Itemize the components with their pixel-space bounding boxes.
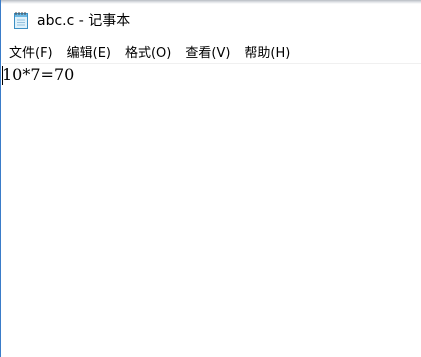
window-title: abc.c - 记事本 [37, 13, 131, 29]
menu-help[interactable]: 帮助(H) [244, 42, 290, 61]
title-bar[interactable]: abc.c - 记事本 [1, 4, 421, 36]
menu-format[interactable]: 格式(O) [125, 42, 171, 61]
menu-file[interactable]: 文件(F) [9, 42, 53, 61]
text-editor-area[interactable]: 10*7=70 [2, 63, 421, 357]
menu-bar: 文件(F) 编辑(E) 格式(O) 查看(V) 帮助(H) [1, 41, 421, 62]
notepad-window: abc.c - 记事本 文件(F) 编辑(E) 格式(O) 查看(V) 帮助(H… [0, 0, 421, 357]
text-caret [2, 66, 3, 85]
notepad-icon [12, 10, 30, 30]
menu-edit[interactable]: 编辑(E) [67, 42, 111, 61]
editor-content[interactable]: 10*7=70 [2, 65, 74, 85]
menu-view[interactable]: 查看(V) [185, 42, 230, 61]
